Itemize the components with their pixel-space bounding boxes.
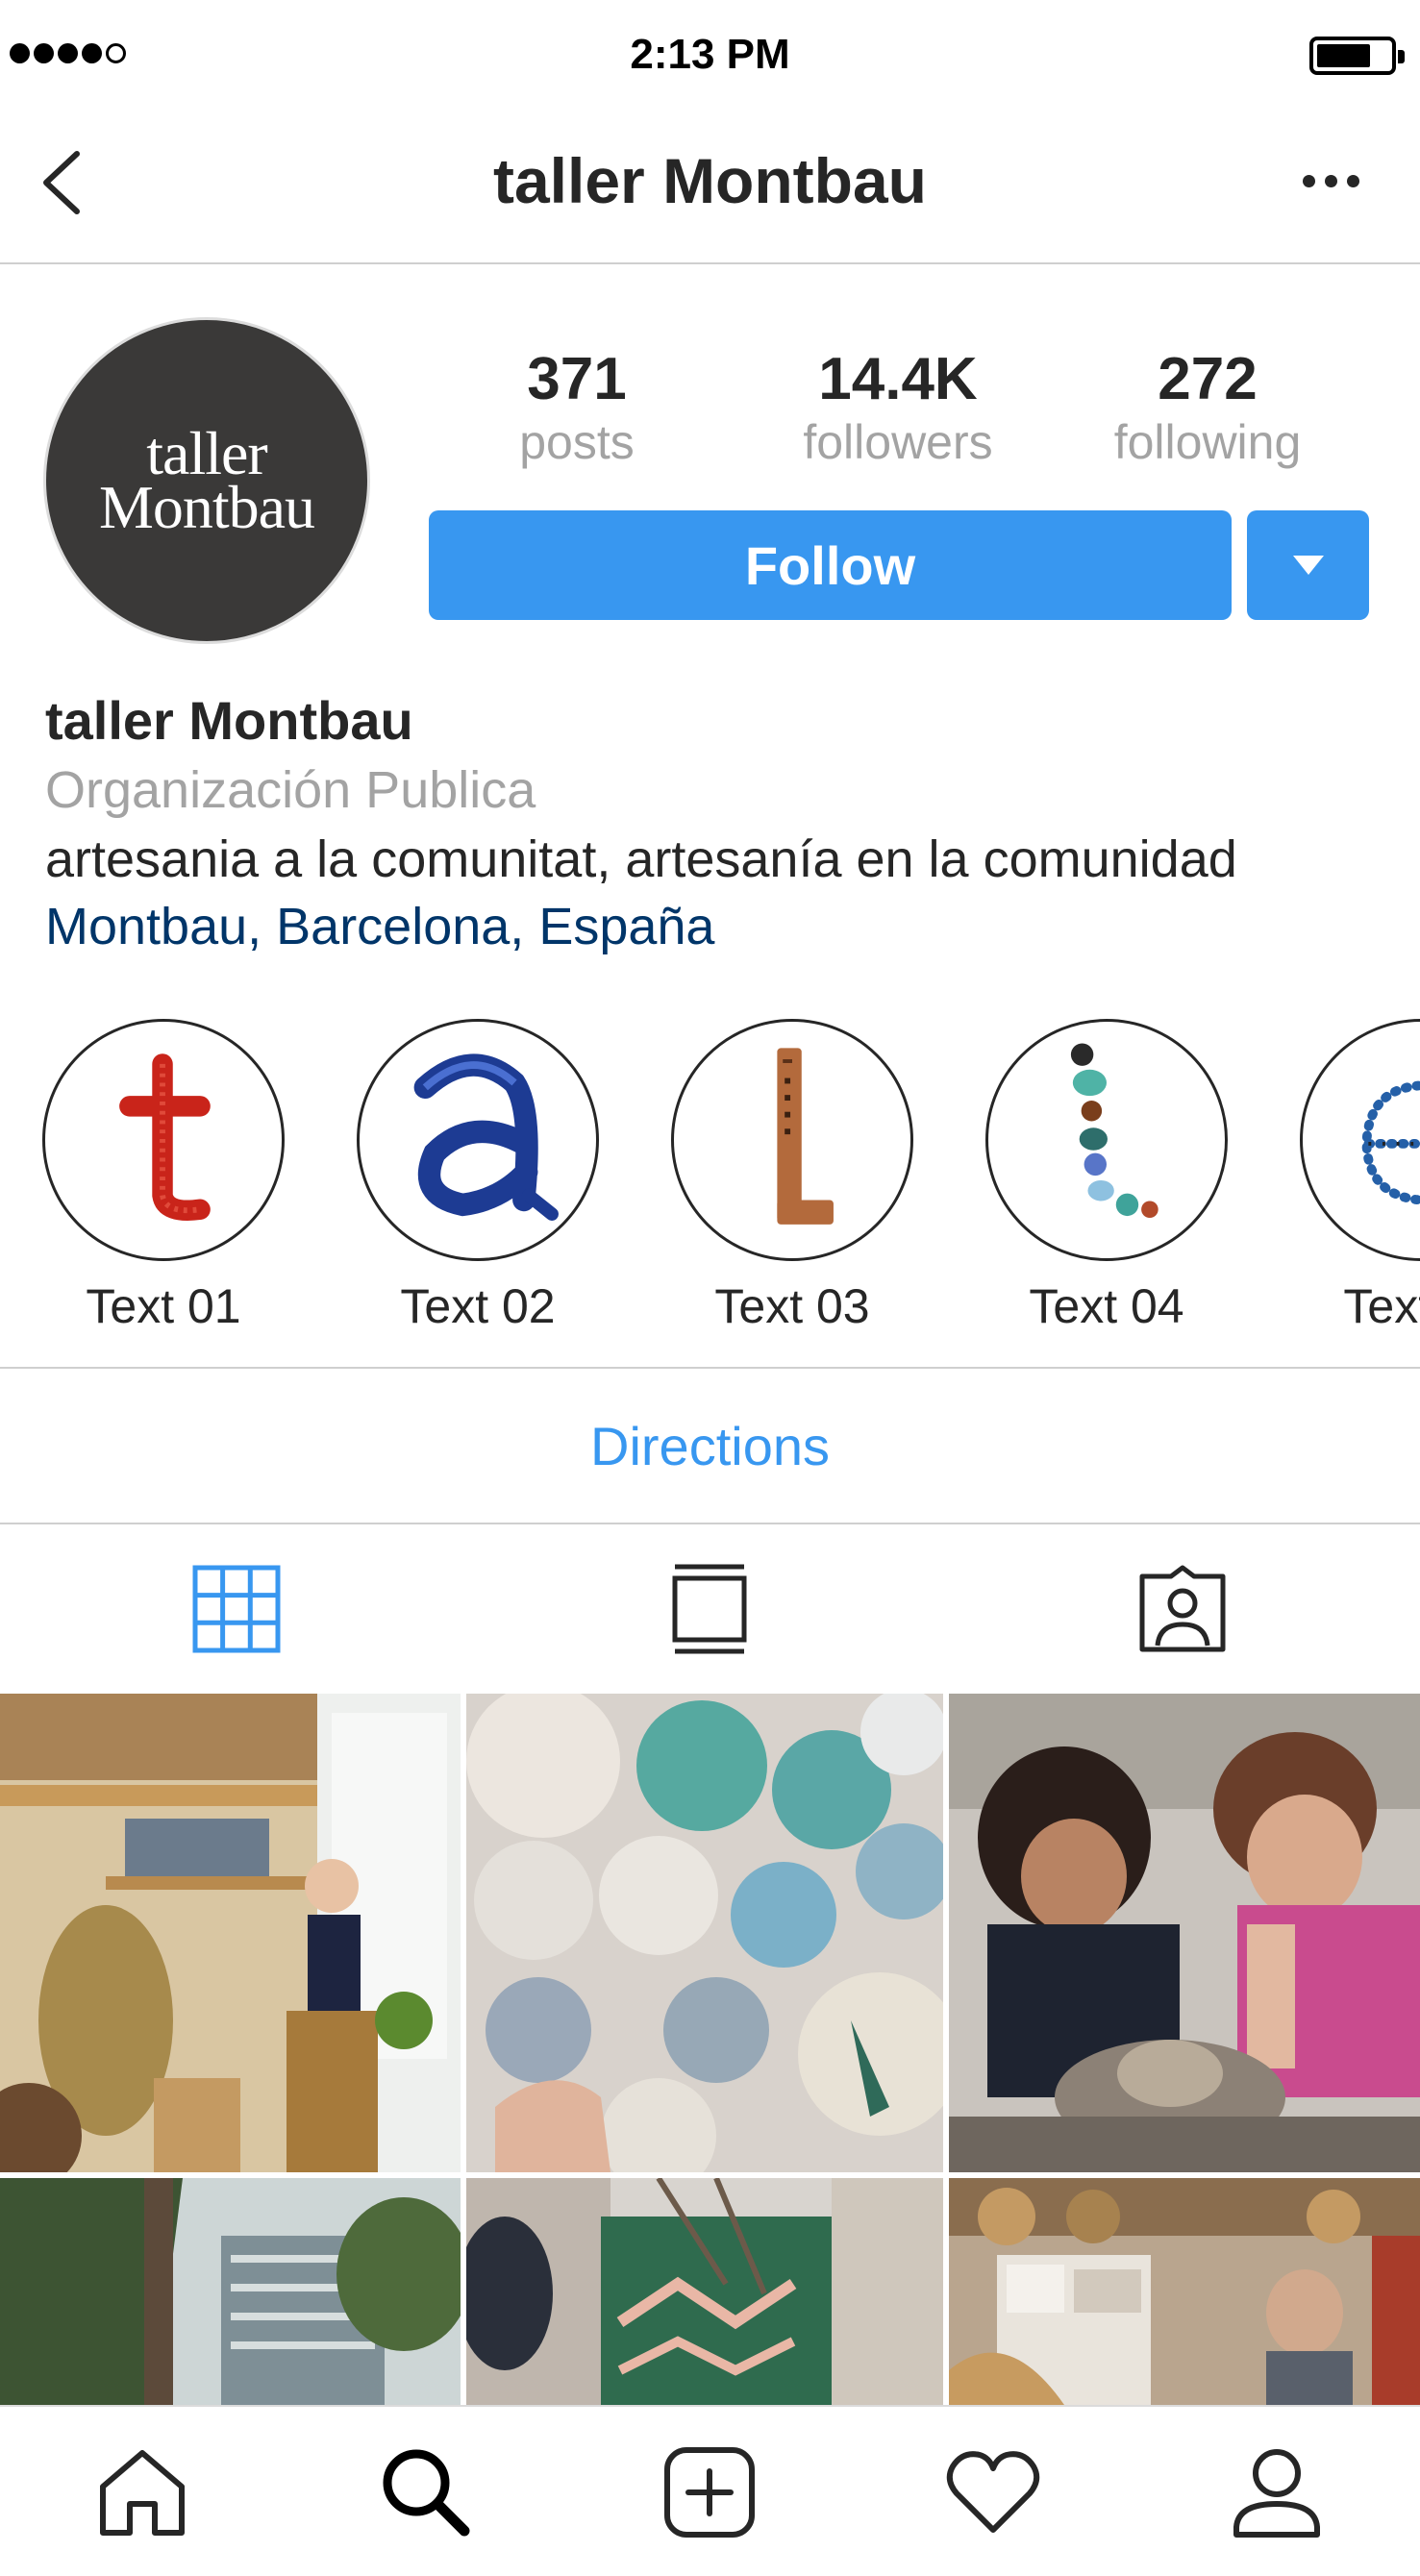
highlight-label: Text 02 [400,1279,556,1333]
search-icon [383,2449,469,2537]
avatar-logo-line-2: Montbau [98,473,315,541]
grid-post-thumbnail[interactable] [949,1694,1420,2172]
highlight-label: Text 04 [1029,1279,1184,1333]
highlight-label: Text 03 [714,1279,870,1333]
bio-text: artesania a la comunitat, artesanía en l… [45,830,1237,888]
stat-posts[interactable]: 371 posts [423,346,731,471]
nav-bar: taller Montbau [0,111,1420,264]
nav-activity[interactable] [851,2407,1134,2576]
highlight-cover [1300,1019,1420,1261]
bio-category: Organización Publica [45,761,536,819]
profile-icon [1233,2449,1320,2538]
follow-button[interactable]: Follow [429,510,1232,620]
add-post-icon [663,2447,755,2538]
status-time: 2:13 PM [630,31,790,78]
bottom-tab-bar [0,2405,1420,2576]
nav-search[interactable] [284,2407,567,2576]
stat-following[interactable]: 272 following [1054,346,1361,471]
stat-following-count: 272 [1158,346,1258,412]
nav-home[interactable] [0,2407,284,2576]
stat-followers[interactable]: 14.4K followers [744,346,1052,471]
stat-posts-label: posts [519,415,635,469]
highlight-cover [357,1019,599,1261]
profile-stats: 371 posts 14.4K followers 272 following [423,346,1384,481]
stat-posts-count: 371 [527,346,627,412]
tab-grid[interactable] [0,1524,473,1694]
photo-grid [0,1694,1420,2405]
grid-post-thumbnail[interactable] [0,1694,461,2172]
more-options-icon[interactable] [1303,166,1370,195]
stat-followers-count: 14.4K [818,346,978,412]
stat-following-label: following [1113,415,1302,469]
nav-profile[interactable] [1134,2407,1418,2576]
highlight-label: Text 01 [86,1279,241,1333]
highlight-cover [671,1019,913,1261]
home-icon [99,2450,185,2536]
profile-view-tabs [0,1524,1420,1694]
highlight-cover [42,1019,285,1261]
grid-post-thumbnail[interactable] [0,2178,461,2405]
chevron-down-icon [1292,556,1324,575]
grid-icon [192,1565,281,1653]
status-bar: 2:13 PM [0,0,1420,111]
grid-post-thumbnail[interactable] [949,2178,1420,2405]
tab-feed[interactable] [473,1524,946,1694]
grid-post-thumbnail[interactable] [466,2178,943,2405]
battery-icon [1309,37,1405,75]
suggestions-dropdown-button[interactable] [1247,510,1369,620]
grid-post-thumbnail[interactable] [466,1694,943,2172]
directions-button[interactable]: Directions [0,1369,1420,1523]
highlight-label: Text 05 [1343,1279,1420,1333]
bio: taller Montbau Organización Publica arte… [45,687,1391,960]
heart-icon [946,2451,1039,2533]
tab-tagged[interactable] [946,1524,1419,1694]
avatar[interactable]: taller Montbau [43,317,370,644]
highlight-cover [985,1019,1228,1261]
nav-title: taller Montbau [492,145,927,216]
bio-name: taller Montbau [45,690,413,751]
story-highlights: Text 01 Text 02 Text 03 Text 04 Tex [0,1019,1420,1346]
stat-followers-label: followers [803,415,993,469]
tagged-icon [1139,1565,1226,1652]
nav-add-post[interactable] [567,2407,851,2576]
bio-location-link[interactable]: Montbau, Barcelona, España [45,893,1391,960]
feed-icon [672,1564,747,1654]
